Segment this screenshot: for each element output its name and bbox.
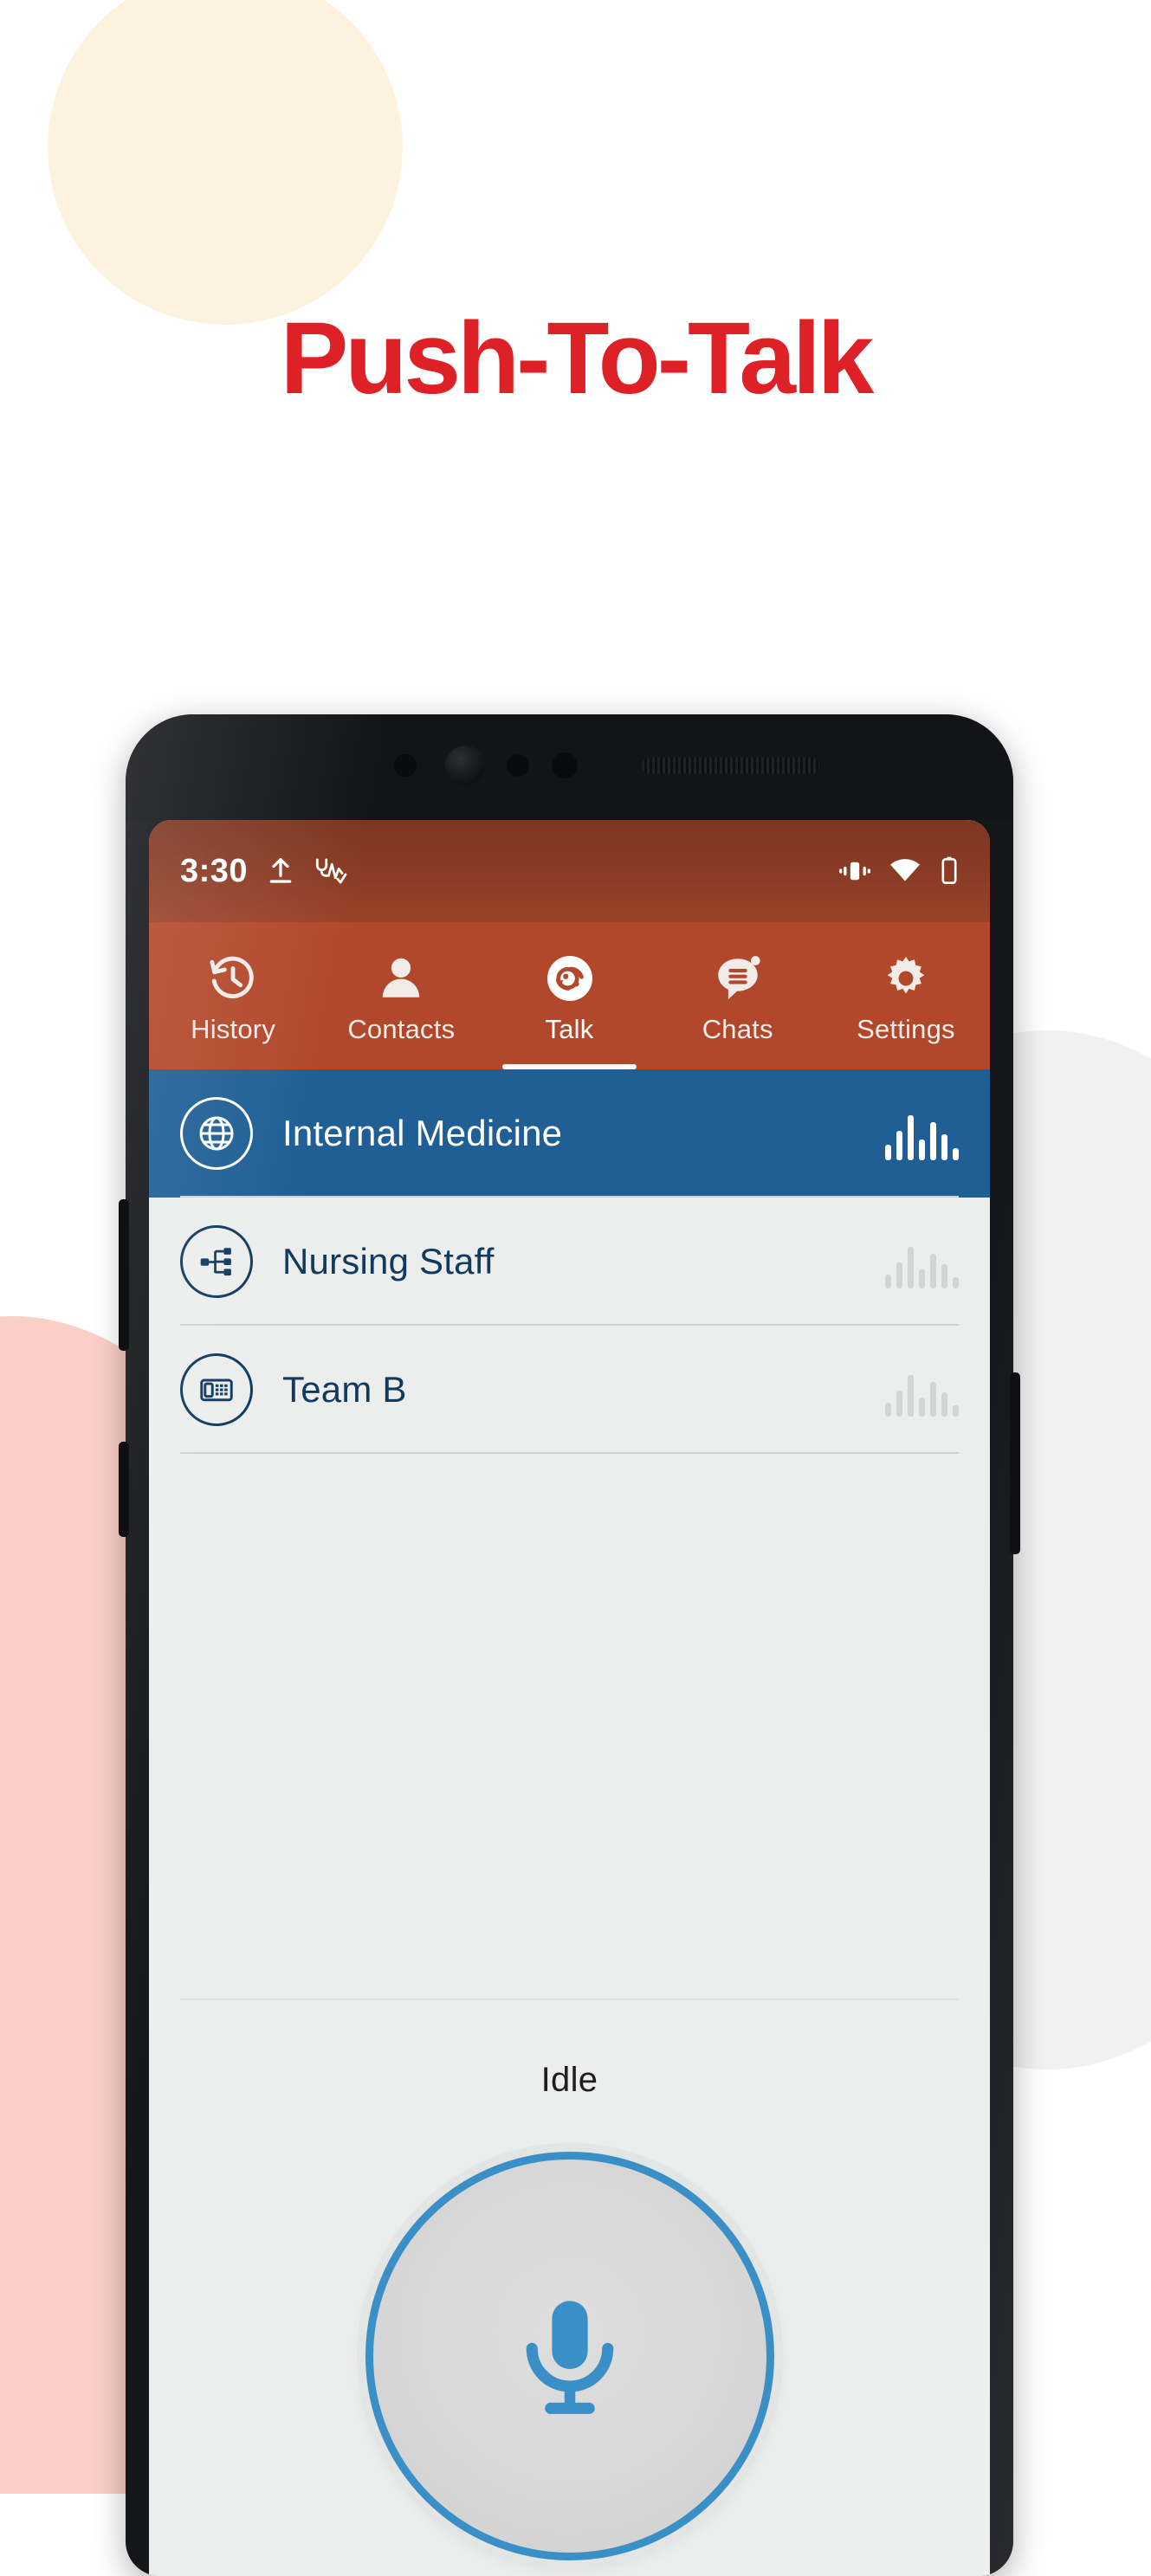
wifi-icon bbox=[889, 859, 921, 883]
history-clock-icon bbox=[208, 952, 258, 1005]
tab-history-label: History bbox=[191, 1014, 276, 1044]
channel-row-team-b[interactable]: Team B bbox=[149, 1326, 990, 1454]
empty-channel-space bbox=[149, 1454, 990, 2000]
gear-icon bbox=[881, 952, 931, 1005]
cream-circle-decoration bbox=[48, 0, 403, 325]
deskphone-icon bbox=[180, 1353, 253, 1426]
ptt-status-label: Idle bbox=[540, 2061, 598, 2099]
tab-chats-label: Chats bbox=[702, 1014, 773, 1044]
person-icon bbox=[376, 952, 426, 1005]
sensor-dot-icon bbox=[507, 754, 529, 777]
phone-mockup: 3:30 History Contacts Talk Chats Setting… bbox=[119, 714, 1020, 2576]
stethoscope-icon bbox=[314, 856, 348, 886]
phone-screen: 3:30 History Contacts Talk Chats Setting… bbox=[149, 820, 990, 2576]
push-to-talk-area: Idle bbox=[149, 2000, 990, 2576]
push-to-talk-button[interactable] bbox=[365, 2152, 774, 2560]
upload-icon bbox=[267, 855, 294, 887]
vibrate-icon bbox=[839, 858, 870, 884]
channel-row-nursing-staff[interactable]: Nursing Staff bbox=[149, 1198, 990, 1326]
tab-history[interactable]: History bbox=[149, 922, 317, 1069]
status-bar-clock: 3:30 bbox=[180, 852, 249, 889]
tab-chats[interactable]: Chats bbox=[654, 922, 822, 1069]
waveform-icon bbox=[885, 1107, 959, 1160]
side-right-button[interactable] bbox=[1010, 1372, 1020, 1554]
power-button[interactable] bbox=[119, 1442, 129, 1537]
channel-name: Internal Medicine bbox=[282, 1113, 563, 1153]
channel-name: Team B bbox=[282, 1369, 407, 1410]
microphone-icon bbox=[505, 2291, 635, 2421]
chats-badge-dot bbox=[750, 956, 760, 965]
sensor-dot-icon bbox=[552, 752, 578, 778]
sensor-dot-icon bbox=[394, 754, 417, 777]
channel-list: Internal Medicine Nursing Staff Team B bbox=[149, 1069, 990, 1454]
tab-settings[interactable]: Settings bbox=[822, 922, 990, 1069]
phone-sensor-strip bbox=[126, 714, 1013, 820]
chat-bubble-icon bbox=[713, 952, 763, 1005]
battery-icon bbox=[940, 856, 959, 886]
page-title: Push-To-Talk bbox=[280, 301, 875, 416]
front-camera-icon bbox=[445, 746, 485, 785]
tab-settings-label: Settings bbox=[857, 1014, 955, 1044]
tab-contacts-label: Contacts bbox=[347, 1014, 456, 1044]
walkie-talkie-icon bbox=[544, 952, 596, 1005]
main-tab-bar: History Contacts Talk Chats Settings bbox=[149, 922, 990, 1069]
channel-name: Nursing Staff bbox=[282, 1241, 495, 1282]
tab-talk[interactable]: Talk bbox=[485, 922, 653, 1069]
waveform-icon bbox=[885, 1363, 959, 1417]
globe-icon bbox=[180, 1097, 253, 1170]
phone-body: 3:30 History Contacts Talk Chats Setting… bbox=[126, 714, 1013, 2576]
network-icon bbox=[180, 1225, 253, 1298]
volume-button[interactable] bbox=[119, 1199, 129, 1351]
waveform-icon bbox=[885, 1235, 959, 1288]
tab-talk-label: Talk bbox=[545, 1014, 594, 1044]
tab-contacts[interactable]: Contacts bbox=[317, 922, 485, 1069]
earpiece-speaker-icon bbox=[642, 758, 819, 774]
channel-row-internal-medicine[interactable]: Internal Medicine bbox=[149, 1069, 990, 1198]
status-bar: 3:30 bbox=[149, 820, 990, 922]
